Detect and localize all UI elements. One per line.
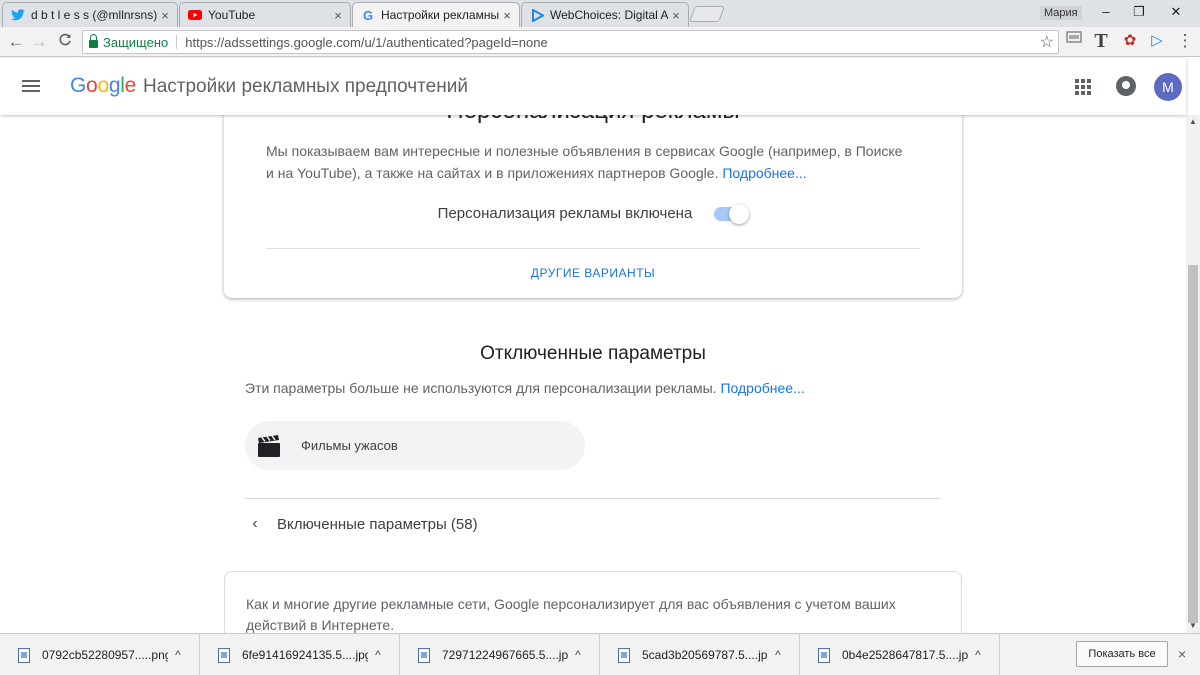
disabled-section-title: Отключенные параметры bbox=[480, 343, 706, 364]
clapperboard-icon bbox=[258, 434, 280, 457]
security-label: Защищено bbox=[103, 34, 169, 50]
forward-button[interactable]: → bbox=[29, 32, 49, 52]
enabled-params-label: Включенные параметры (58) bbox=[277, 515, 478, 533]
disabled-topic-chip[interactable]: Фильмы ужасов bbox=[245, 421, 585, 470]
description-text: Эти параметры больше не используются для… bbox=[245, 380, 717, 396]
scroll-up-arrow-icon[interactable]: ▲ bbox=[1186, 115, 1200, 129]
tab-youtube[interactable]: YouTube × bbox=[179, 2, 351, 27]
main-content: Персонализация рекламы Мы показываем вам… bbox=[0, 115, 1186, 633]
divider bbox=[266, 248, 920, 249]
enabled-params-toggle[interactable]: ‹ Включенные параметры (58) bbox=[245, 515, 478, 533]
downloads-bar: 0792cb52280957.....png ^ 6fe91416924135.… bbox=[0, 633, 1200, 675]
address-bar[interactable]: Защищено https://adssettings.google.com/… bbox=[82, 30, 1059, 54]
info-card: Как и многие другие рекламные сети, Goog… bbox=[224, 571, 962, 633]
bookmark-star-icon[interactable]: ☆ bbox=[1040, 32, 1054, 52]
image-file-icon bbox=[618, 647, 630, 663]
notifications-icon[interactable] bbox=[1116, 76, 1136, 96]
tab-label: WebChoices: Digital Adve bbox=[550, 8, 668, 22]
browser-toolbar: ← → Защищено https://adssettings.google.… bbox=[0, 27, 1200, 57]
show-all-downloads-button[interactable]: Показать все bbox=[1076, 641, 1168, 667]
close-icon[interactable]: × bbox=[1178, 646, 1186, 662]
twitter-icon bbox=[11, 8, 25, 22]
divider bbox=[245, 498, 941, 499]
divider bbox=[176, 35, 178, 49]
apps-grid-icon[interactable] bbox=[1075, 79, 1091, 95]
toggle-row: Персонализация рекламы включена bbox=[224, 203, 962, 224]
download-filename: 6fe91416924135.5....jpg bbox=[242, 648, 368, 662]
menu-icon[interactable]: ⋮ bbox=[1175, 31, 1195, 51]
card-title: Персонализация рекламы bbox=[224, 115, 962, 125]
profile-name[interactable]: Мария bbox=[1040, 6, 1082, 20]
scrollbar[interactable]: ▲ ▼ bbox=[1186, 115, 1200, 633]
tab-label: YouTube bbox=[208, 8, 256, 22]
tab-webchoices[interactable]: WebChoices: Digital Adve × bbox=[521, 2, 689, 27]
extension-play-icon[interactable]: ▷ bbox=[1147, 31, 1167, 51]
google-g-icon: G bbox=[362, 7, 374, 23]
scrollbar-thumb[interactable] bbox=[1188, 265, 1198, 623]
more-link[interactable]: Подробнее... bbox=[722, 165, 806, 181]
download-item[interactable]: 5cad3b20569787.5....jpg ^ bbox=[600, 634, 800, 675]
download-item[interactable]: 0792cb52280957.....png ^ bbox=[0, 634, 200, 675]
download-filename: 72971224967665.5....jpg bbox=[442, 648, 568, 662]
reload-button[interactable] bbox=[55, 32, 75, 52]
page-header: Google Настройки рекламных предпочтений … bbox=[0, 58, 1186, 115]
tab-label: Настройки рекламных п bbox=[381, 8, 499, 22]
other-options-button[interactable]: ДРУГИЕ ВАРИАНТЫ bbox=[224, 266, 962, 280]
chevron-up-icon[interactable]: ^ bbox=[368, 648, 388, 662]
download-item[interactable]: 0b4e2528647817.5....jpg ^ bbox=[800, 634, 1000, 675]
image-file-icon bbox=[218, 647, 230, 663]
image-file-icon bbox=[418, 647, 430, 663]
close-window-button[interactable]: ✕ bbox=[1162, 3, 1190, 21]
chevron-up-icon[interactable]: ^ bbox=[168, 648, 188, 662]
minimize-button[interactable]: – bbox=[1092, 3, 1120, 21]
chevron-up-icon[interactable]: ^ bbox=[768, 648, 788, 662]
lock-icon bbox=[89, 34, 98, 48]
tab-strip: d b t l e s s (@mllnrsns) | × YouTube × … bbox=[0, 0, 1200, 27]
youtube-icon bbox=[188, 8, 202, 22]
tab-twitter[interactable]: d b t l e s s (@mllnrsns) | × bbox=[2, 2, 178, 27]
tab-label: d b t l e s s (@mllnrsns) | bbox=[31, 8, 157, 22]
disabled-section-description: Эти параметры больше не используются для… bbox=[245, 380, 805, 396]
download-filename: 5cad3b20569787.5....jpg bbox=[642, 648, 768, 662]
toggle-label: Персонализация рекламы включена bbox=[437, 205, 693, 222]
card-description: Мы показываем вам интересные и полезные … bbox=[266, 140, 906, 184]
scroll-down-arrow-icon[interactable]: ▼ bbox=[1186, 619, 1200, 633]
close-icon[interactable]: × bbox=[499, 8, 515, 23]
reload-icon bbox=[59, 33, 71, 46]
image-file-icon bbox=[818, 647, 830, 663]
download-item[interactable]: 72971224967665.5....jpg ^ bbox=[400, 634, 600, 675]
tab-ads-settings[interactable]: G Настройки рекламных п × bbox=[352, 2, 520, 27]
description-text: Мы показываем вам интересные и полезные … bbox=[266, 143, 903, 181]
new-tab-button[interactable] bbox=[689, 6, 725, 22]
personalization-card: Персонализация рекламы Мы показываем вам… bbox=[224, 115, 962, 298]
chevron-up-icon[interactable]: ^ bbox=[568, 648, 588, 662]
webchoices-icon bbox=[530, 8, 544, 22]
more-link[interactable]: Подробнее... bbox=[720, 380, 804, 396]
maximize-button[interactable]: ❐ bbox=[1125, 3, 1153, 21]
page-title: Настройки рекламных предпочтений bbox=[143, 76, 468, 97]
google-logo[interactable]: Google bbox=[70, 74, 136, 98]
close-icon[interactable]: × bbox=[668, 8, 684, 23]
close-icon[interactable]: × bbox=[330, 8, 346, 23]
avatar[interactable]: M bbox=[1154, 73, 1182, 101]
extension-t-icon[interactable]: T bbox=[1091, 31, 1111, 51]
url-text[interactable]: https://adssettings.google.com/u/1/authe… bbox=[185, 35, 547, 50]
download-filename: 0b4e2528647817.5....jpg bbox=[842, 648, 968, 662]
chip-label: Фильмы ужасов bbox=[301, 438, 398, 453]
download-filename: 0792cb52280957.....png bbox=[42, 648, 168, 662]
chevron-up-icon[interactable]: ^ bbox=[968, 648, 988, 662]
personalization-toggle[interactable] bbox=[714, 203, 750, 224]
image-file-icon bbox=[18, 647, 30, 663]
close-icon[interactable]: × bbox=[157, 8, 173, 23]
cast-icon[interactable] bbox=[1064, 31, 1084, 51]
chevron-left-icon: ‹ bbox=[252, 515, 258, 532]
info-text: Как и многие другие рекламные сети, Goog… bbox=[246, 596, 896, 633]
download-item[interactable]: 6fe91416924135.5....jpg ^ bbox=[200, 634, 400, 675]
back-button[interactable]: ← bbox=[6, 32, 26, 52]
hamburger-menu-icon[interactable] bbox=[22, 80, 40, 92]
extension-paw-icon[interactable]: ✿ bbox=[1120, 31, 1140, 51]
